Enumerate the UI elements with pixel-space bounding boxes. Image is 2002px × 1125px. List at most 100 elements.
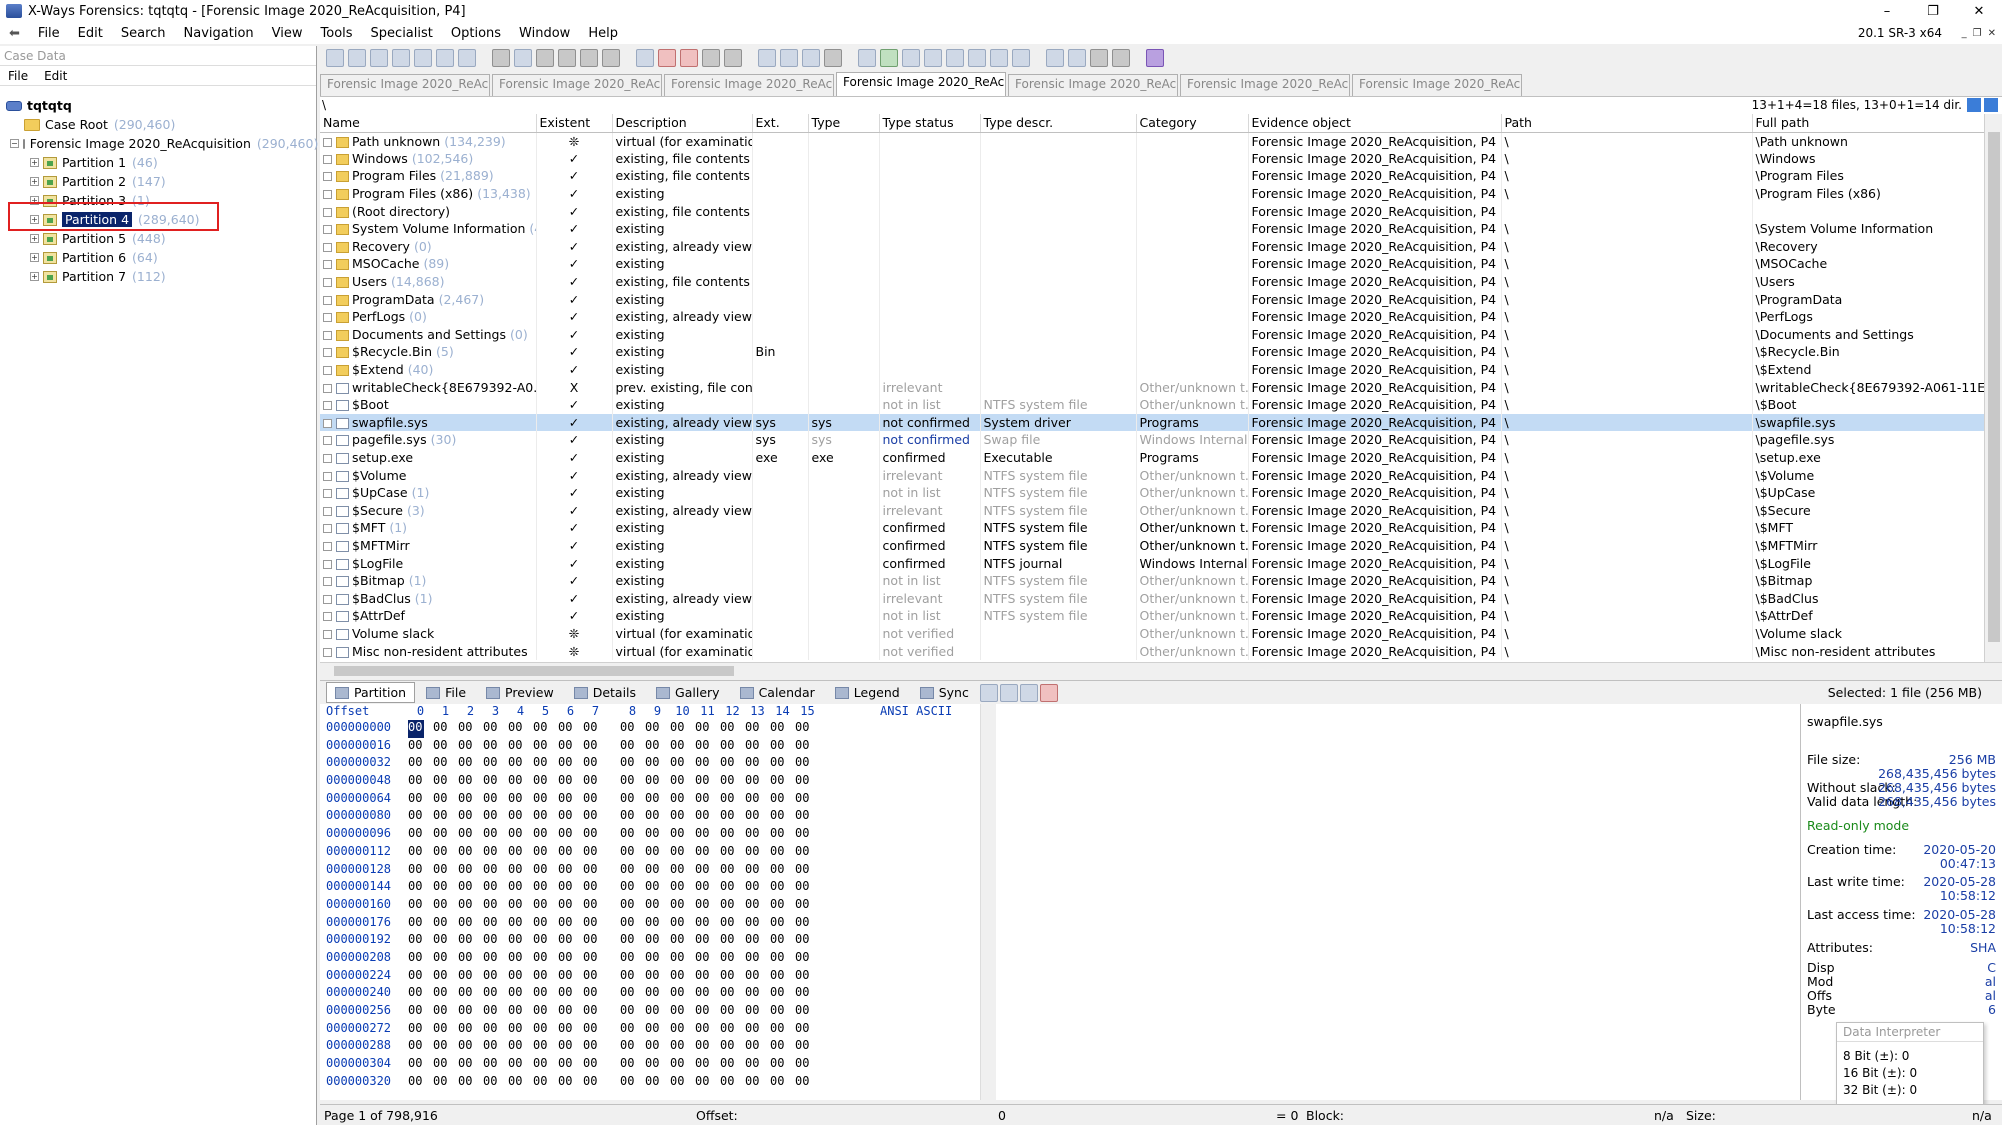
undo-icon[interactable] — [492, 49, 510, 67]
hex-byte[interactable]: 00 — [770, 897, 795, 915]
hex-byte[interactable]: 00 — [645, 738, 670, 756]
hex-byte[interactable]: 00 — [645, 791, 670, 809]
hex-byte[interactable]: 00 — [408, 773, 433, 791]
hex-byte[interactable]: 00 — [620, 968, 645, 986]
row-checkbox[interactable] — [323, 154, 332, 164]
col-evidence-header[interactable]: Evidence object — [1248, 114, 1502, 133]
hex-byte[interactable]: 00 — [795, 791, 820, 809]
hex-byte[interactable]: 00 — [770, 1056, 795, 1074]
menu-icon[interactable]: ⬅ — [0, 26, 29, 41]
hex-byte[interactable]: 00 — [720, 720, 745, 738]
hex-byte[interactable]: 00 — [720, 738, 745, 756]
hex-byte[interactable]: 00 — [533, 738, 558, 756]
table-row[interactable]: setup.exe ✓ existing exe exe confirmed Executa… — [320, 448, 1984, 467]
tree-node-image[interactable]: − Forensic Image 2020_ReAcquisition (290… — [4, 134, 318, 153]
hex-byte[interactable]: 00 — [408, 826, 433, 844]
collapse-icon[interactable]: − — [10, 139, 19, 148]
tree-node-partition-6[interactable]: + Partition 6 (64) — [4, 248, 314, 267]
tree-node-partition-2[interactable]: + Partition 2 (147) — [4, 172, 314, 191]
hex-byte[interactable]: 00 — [720, 1003, 745, 1021]
tab-7[interactable]: Forensic Image 2020_ReAc... — [1352, 74, 1522, 96]
case-menu-file[interactable]: File — [8, 69, 28, 83]
cut-icon[interactable] — [558, 49, 576, 67]
hex-byte[interactable]: 00 — [795, 738, 820, 756]
hex-byte[interactable]: 00 — [720, 862, 745, 880]
hex-byte[interactable]: 00 — [433, 932, 458, 950]
hex-row[interactable]: 000000272 00 00 00 00 00 00 00 00 00 00 00 00 00 00 00 0… — [320, 1021, 980, 1039]
hex-byte[interactable]: 00 — [720, 968, 745, 986]
tree-node-partition-5[interactable]: + Partition 5 (448) — [4, 229, 314, 248]
menu-search[interactable]: Search — [112, 26, 175, 41]
hex-byte[interactable]: 00 — [558, 932, 583, 950]
hex-byte[interactable]: 00 — [670, 932, 695, 950]
hex-byte[interactable]: 00 — [745, 791, 770, 809]
hex-byte[interactable]: 00 — [458, 720, 483, 738]
hex-byte[interactable]: 00 — [645, 773, 670, 791]
next-icon[interactable] — [1112, 49, 1130, 67]
hex-row[interactable]: 000000288 00 00 00 00 00 00 00 00 00 00 00 00 00 00 00 0… — [320, 1038, 980, 1056]
hex-byte[interactable]: 00 — [433, 1074, 458, 1092]
hex-byte[interactable]: 00 — [433, 862, 458, 880]
settings-icon[interactable] — [1046, 49, 1064, 67]
hex-byte[interactable]: 00 — [620, 915, 645, 933]
columns-icon[interactable] — [1019, 683, 1038, 702]
menu-specialist[interactable]: Specialist — [362, 26, 442, 41]
hex-byte[interactable]: 00 — [483, 738, 508, 756]
hex-byte[interactable]: 00 — [483, 950, 508, 968]
hex-row[interactable]: 000000144 00 00 00 00 00 00 00 00 00 00 00 00 00 00 00 0… — [320, 879, 980, 897]
tab-preview[interactable]: Preview — [477, 682, 563, 703]
hex-byte[interactable]: 00 — [508, 879, 533, 897]
hex-byte[interactable]: 00 — [620, 755, 645, 773]
hex-byte[interactable]: 00 — [745, 879, 770, 897]
hex-byte[interactable]: 00 — [583, 879, 608, 897]
close-button[interactable]: ✕ — [1956, 0, 2002, 22]
image-icon[interactable] — [414, 49, 432, 67]
hex-byte[interactable]: 00 — [645, 755, 670, 773]
hex-byte[interactable]: 00 — [720, 879, 745, 897]
col-type-header[interactable]: Type — [808, 114, 880, 133]
hex-byte[interactable]: 00 — [720, 826, 745, 844]
hex-byte[interactable]: 00 — [770, 968, 795, 986]
hex-byte[interactable]: 00 — [508, 950, 533, 968]
hex-row[interactable]: 000000080 00 00 00 00 00 00 00 00 00 00 00 00 00 00 00 0… — [320, 808, 980, 826]
hex-byte[interactable]: 00 — [620, 826, 645, 844]
refine-snapshot-icon[interactable] — [880, 49, 898, 67]
hex-byte[interactable]: 00 — [795, 862, 820, 880]
row-checkbox[interactable] — [323, 401, 332, 411]
hex-row[interactable]: 000000176 00 00 00 00 00 00 00 00 00 00 00 00 00 00 00 0… — [320, 915, 980, 933]
row-checkbox[interactable] — [323, 225, 332, 235]
hex-byte[interactable]: 00 — [720, 791, 745, 809]
hex-byte[interactable]: 00 — [433, 791, 458, 809]
hex-byte[interactable]: 00 — [433, 808, 458, 826]
tab-5[interactable]: Forensic Image 2020_ReAc... — [1008, 74, 1178, 96]
hex-byte[interactable]: 00 — [558, 985, 583, 1003]
hex-byte[interactable]: 00 — [745, 1038, 770, 1056]
hex-byte[interactable]: 00 — [583, 950, 608, 968]
hex-byte[interactable]: 00 — [670, 915, 695, 933]
hex-byte[interactable]: 00 — [508, 791, 533, 809]
tree-node-partition-1[interactable]: + Partition 1 (46) — [4, 153, 314, 172]
hex-byte[interactable]: 00 — [558, 950, 583, 968]
hex-byte[interactable]: 00 — [583, 826, 608, 844]
search-icon[interactable] — [946, 49, 964, 67]
hex-byte[interactable]: 00 — [408, 862, 433, 880]
hex-byte[interactable]: 00 — [433, 950, 458, 968]
hex-byte[interactable]: 00 — [583, 773, 608, 791]
table-row[interactable]: Windows (102,546) ✓ existing, file contents… — [320, 149, 1984, 168]
hex-byte[interactable]: 00 — [770, 879, 795, 897]
hex-byte[interactable]: 00 — [720, 932, 745, 950]
table-row[interactable]: $Extend (40) ✓ existing Forensic Image 2020_… — [320, 360, 1984, 379]
row-checkbox[interactable] — [323, 295, 332, 305]
mdi-close-icon[interactable]: ✕ — [1988, 28, 1996, 39]
hex-byte[interactable]: 00 — [558, 844, 583, 862]
hex-byte[interactable]: 00 — [745, 862, 770, 880]
hex-byte[interactable]: 00 — [483, 826, 508, 844]
hex-byte[interactable]: 00 — [695, 915, 720, 933]
menu-window[interactable]: Window — [510, 26, 579, 41]
hex-byte[interactable]: 00 — [483, 791, 508, 809]
menu-view[interactable]: View — [263, 26, 312, 41]
forward-icon[interactable] — [824, 49, 842, 67]
tab-4-active[interactable]: Forensic Image 2020_ReAc... — [836, 72, 1006, 96]
tab-partition[interactable]: Partition — [326, 682, 416, 703]
table-row[interactable]: Program Files (x86) (13,438) ✓ existing Fore… — [320, 184, 1984, 203]
